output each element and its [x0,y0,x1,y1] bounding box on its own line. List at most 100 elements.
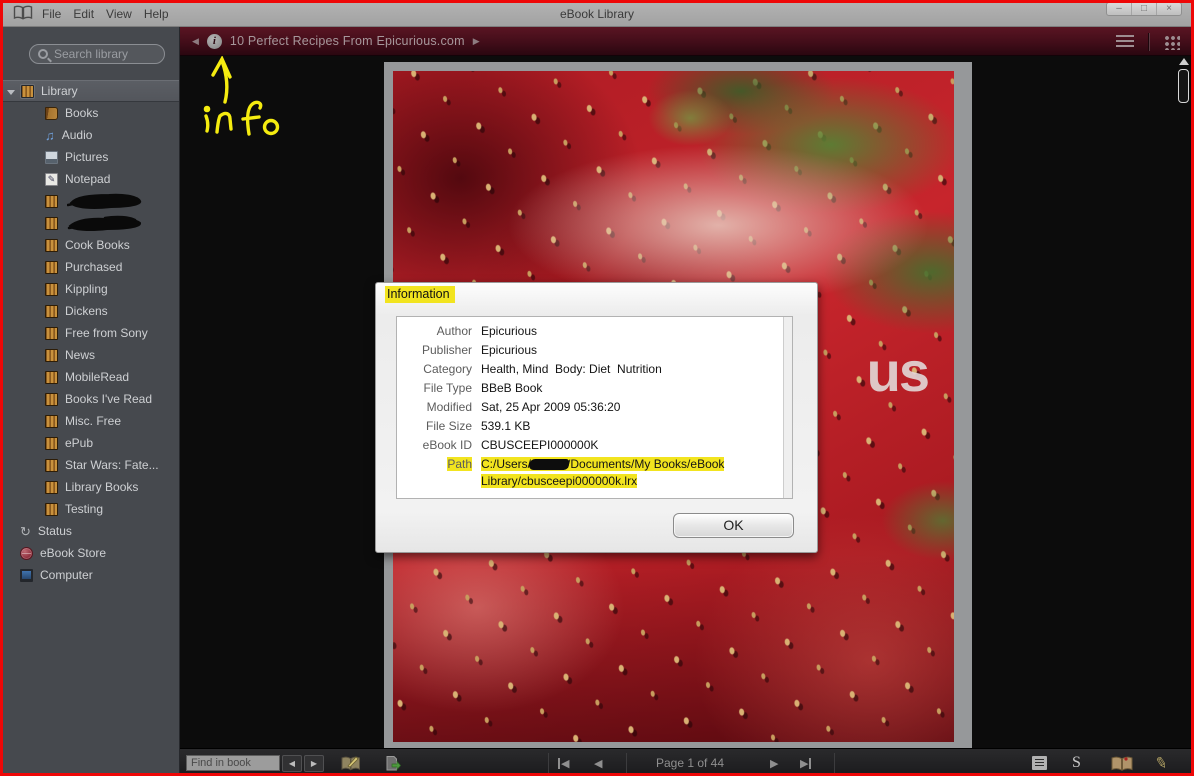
search-input[interactable] [54,47,154,61]
sidebar-item-library[interactable]: Library [0,80,179,102]
minimize-button[interactable]: – [1107,3,1132,15]
dialog-scrollbar[interactable] [783,317,792,498]
sidebar-item-misc-free[interactable]: Misc. Free [0,410,179,432]
first-page-icon[interactable]: ◀ [558,757,569,770]
sidebar-item-notepad[interactable]: ✎ Notepad [0,168,179,190]
picture-icon [45,150,58,164]
close-button[interactable]: × [1157,3,1181,15]
sidebar-item-ebook-store[interactable]: eBook Store [0,542,179,564]
sidebar-item-library-books[interactable]: Library Books [0,476,179,498]
field-label: Author [436,324,472,338]
globe-icon [20,546,33,560]
sidebar-item-mobileread[interactable]: MobileRead [0,366,179,388]
ok-button[interactable]: OK [673,513,794,538]
viewer-scrollbar[interactable] [1178,58,1190,103]
next-book-icon[interactable]: ▶ [473,36,480,47]
sidebar-item-status[interactable]: ↻ Status [0,520,179,542]
reader-toolbar: ◀ ▶ ◀ ◀ [180,748,1194,776]
sidebar-item-label: Testing [65,502,104,516]
sidebar: Library Books ♫ Audio Pictures ✎ Notepad [0,27,180,776]
black-scribble-annotation [67,193,142,209]
sidebar-item-label: Free from Sony [65,326,148,340]
search-icon [38,49,48,59]
bookshelf-icon [45,326,58,340]
font-size-icon[interactable]: S [1072,754,1081,772]
sidebar-item-computer[interactable]: Computer [0,564,179,586]
music-note-icon: ♫ [45,127,55,143]
field-path: Path C:/Users//Documents/My Books/eBook L… [397,455,792,490]
field-value: 539.1 KB [481,419,531,433]
sidebar-item-pictures[interactable]: Pictures [0,146,179,168]
find-previous-icon[interactable]: ◀ [282,754,302,772]
next-page-icon[interactable]: ▶ [770,757,778,770]
sidebar-item-kippling[interactable]: Kippling [0,278,179,300]
sidebar-item-books[interactable]: Books [0,102,179,124]
field-value: Epicurious [481,324,538,338]
scroll-up-icon[interactable] [1179,58,1189,65]
bookshelf-icon [45,348,58,362]
sidebar-item-label: Star Wars: Fate... [65,458,159,472]
bookshelf-icon [45,414,58,428]
previous-page-icon[interactable]: ◀ [594,757,602,770]
bookshelf-icon [45,304,58,318]
sidebar-item-label: Cook Books [65,238,130,252]
info-icon[interactable]: i [206,33,222,49]
computer-icon [20,568,33,582]
sidebar-item-audio[interactable]: ♫ Audio [0,124,179,146]
previous-book-icon[interactable]: ◀ [192,36,199,47]
bookshelf-icon [45,458,58,472]
last-page-icon[interactable]: ▶ [800,757,812,770]
bookshelf-icon [45,194,58,208]
list-view-icon[interactable] [1116,35,1134,48]
sidebar-item-label: News [65,348,96,362]
app-window: File Edit View Help eBook Library – □ × … [0,0,1194,776]
sidebar-item-purchased[interactable]: Purchased [0,256,179,278]
sidebar-item-label: Books [65,106,99,120]
find-in-book-input[interactable] [186,755,280,771]
dialog-metadata-panel: Author Epicurious Publisher Epicurious C… [396,316,793,499]
cover-watermark-text: us [866,340,930,403]
sidebar-item-epub[interactable]: ePub [0,432,179,454]
bookshelf-icon [45,260,58,274]
bookshelf-icon [45,216,58,230]
find-next-icon[interactable]: ▶ [304,754,324,772]
sidebar-item-redacted-1[interactable] [0,190,179,212]
sidebar-item-free-from-sony[interactable]: Free from Sony [0,322,179,344]
sidebar-item-testing[interactable]: Testing [0,498,179,520]
sidebar-item-cook-books[interactable]: Cook Books [0,234,179,256]
field-modified: Modified Sat, 25 Apr 2009 05:36:20 [397,398,792,417]
field-author: Author Epicurious [397,322,792,341]
sidebar-item-redacted-2[interactable] [0,212,179,234]
field-label: eBook ID [422,438,472,452]
sidebar-item-books-ive-read[interactable]: Books I've Read [0,388,179,410]
field-value: Sat, 25 Apr 2009 05:36:20 [481,400,621,414]
field-file-type: File Type BBeB Book [397,379,792,398]
sidebar-item-label: Purchased [65,260,123,274]
title-bar: File Edit View Help eBook Library – □ × [0,0,1194,27]
window-title: eBook Library [559,7,635,21]
bookmark-note-icon[interactable] [340,755,362,772]
maximize-button[interactable]: □ [1132,3,1157,15]
export-page-icon[interactable] [384,755,401,772]
annotations-list-icon[interactable] [1032,756,1047,770]
bookshelf-icon [45,282,58,296]
sidebar-item-dickens[interactable]: Dickens [0,300,179,322]
highlight-pen-icon[interactable]: ✎ [1153,753,1169,773]
field-label: Modified [426,400,472,414]
library-search[interactable] [29,44,165,64]
sidebar-item-label: Kippling [65,282,108,296]
expander-triangle-icon[interactable] [7,90,15,95]
sidebar-item-news[interactable]: News [0,344,179,366]
yellow-highlight-annotation: Information [385,286,455,303]
sidebar-item-star-wars[interactable]: Star Wars: Fate... [0,454,179,476]
black-scribble-annotation [528,459,570,471]
bookshelf-icon [45,392,58,406]
grid-view-icon[interactable] [1163,33,1180,50]
sidebar-item-label: Computer [40,568,93,582]
scrollbar-thumb[interactable] [1178,69,1189,103]
viewer-header: ◀ i 10 Perfect Recipes From Epicurious.c… [180,27,1194,56]
book-view-icon[interactable] [1110,755,1134,772]
field-category: Category Health, Mind Body: Diet Nutriti… [397,360,792,379]
sidebar-item-label: MobileRead [65,370,130,384]
divider [626,753,627,773]
